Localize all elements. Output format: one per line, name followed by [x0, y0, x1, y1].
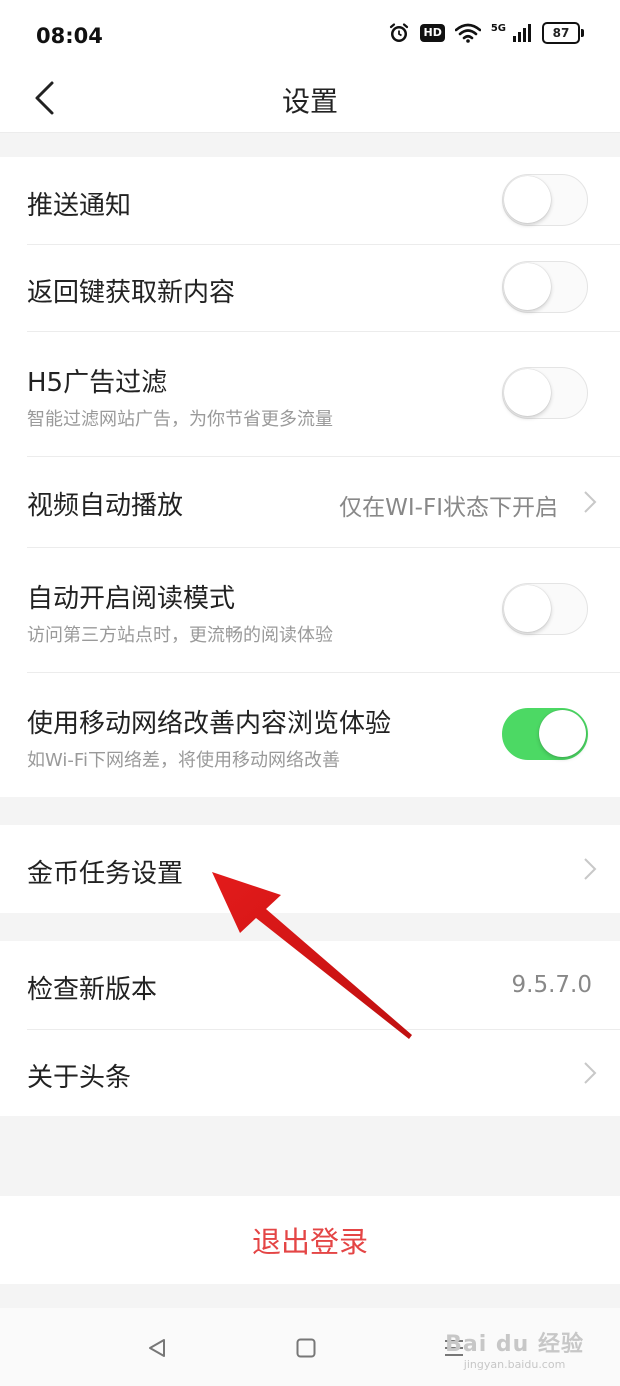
- square-home-icon: [296, 1338, 316, 1358]
- settings-group-about: 检查新版本 9.5.7.0 关于头条: [0, 941, 620, 1116]
- toggle-knob: [504, 585, 551, 632]
- triangle-back-icon: [149, 1339, 165, 1357]
- page-title: 设置: [281, 85, 338, 118]
- setting-subtitle: 智能过滤网站广告，为你节省更多流量: [27, 409, 333, 430]
- baidu-watermark: Bai du 经验 jingyan.baidu.com: [445, 1326, 584, 1371]
- status-icons: HD 5G 87: [388, 22, 584, 44]
- setting-title: 关于头条: [27, 1063, 132, 1093]
- chevron-right-icon: [584, 491, 597, 513]
- setting-row-back-key[interactable]: 返回键获取新内容: [0, 244, 620, 331]
- setting-row-coin-tasks[interactable]: 金币任务设置: [0, 825, 620, 913]
- status-time: 08:04: [36, 24, 103, 48]
- setting-subtitle: 访问第三方站点时，更流畅的阅读体验: [27, 625, 333, 646]
- setting-title: 金币任务设置: [27, 859, 184, 889]
- setting-title: 使用移动网络改善内容浏览体验: [27, 709, 392, 739]
- signal-icon: [512, 23, 532, 43]
- setting-title: H5广告过滤: [27, 368, 168, 398]
- toggle-knob: [504, 369, 551, 416]
- logout-row[interactable]: 退出登录: [0, 1196, 620, 1284]
- push-toggle[interactable]: [502, 174, 588, 226]
- setting-row-push[interactable]: 推送通知: [0, 157, 620, 244]
- system-nav-bar: Bai du 经验 jingyan.baidu.com: [0, 1308, 620, 1386]
- mobile-network-toggle[interactable]: [502, 708, 588, 760]
- alarm-icon: [388, 22, 410, 44]
- setting-row-h5-filter[interactable]: H5广告过滤 智能过滤网站广告，为你节省更多流量: [0, 331, 620, 456]
- hd-icon: HD: [420, 24, 445, 42]
- network-type-label: 5G: [490, 22, 506, 34]
- watermark-url: jingyan.baidu.com: [463, 1358, 566, 1371]
- section-divider: [0, 913, 620, 941]
- setting-row-check-version[interactable]: 检查新版本 9.5.7.0: [0, 941, 620, 1029]
- toggle-knob: [539, 710, 586, 757]
- toggle-knob: [504, 263, 551, 310]
- setting-row-video-autoplay[interactable]: 视频自动播放 仅在WI-FI状态下开启: [0, 456, 620, 547]
- setting-row-reading-mode[interactable]: 自动开启阅读模式 访问第三方站点时，更流畅的阅读体验: [0, 547, 620, 672]
- header-bar: 设置: [0, 72, 620, 133]
- watermark-brand: Bai du 经验: [445, 1332, 584, 1357]
- battery-icon: 87: [542, 22, 584, 44]
- setting-subtitle: 如Wi-Fi下网络差，将使用移动网络改善: [27, 750, 340, 771]
- settings-group-general: 推送通知 返回键获取新内容 H5广告过滤 智能过滤网站广告，为你节省更多流量 视…: [0, 157, 620, 797]
- battery-level: 87: [552, 26, 570, 40]
- h5-filter-toggle[interactable]: [502, 367, 588, 419]
- setting-row-mobile-network[interactable]: 使用移动网络改善内容浏览体验 如Wi-Fi下网络差，将使用移动网络改善: [0, 672, 620, 797]
- section-divider: [0, 797, 620, 825]
- status-bar: 08:04 HD 5G 87: [0, 0, 620, 72]
- version-number: 9.5.7.0: [511, 972, 592, 998]
- settings-group-coins: 金币任务设置: [0, 825, 620, 913]
- section-divider: [0, 133, 620, 157]
- reading-mode-toggle[interactable]: [502, 583, 588, 635]
- system-home-button[interactable]: [286, 1328, 326, 1368]
- chevron-right-icon: [584, 858, 597, 880]
- setting-title: 视频自动播放: [27, 491, 184, 521]
- setting-title: 推送通知: [27, 191, 132, 221]
- logout-button[interactable]: 退出登录: [252, 1219, 368, 1261]
- wifi-icon: [454, 23, 481, 43]
- setting-title: 返回键获取新内容: [27, 278, 236, 308]
- setting-value: 仅在WI-FI状态下开启: [339, 495, 558, 521]
- setting-title: 自动开启阅读模式: [27, 584, 236, 614]
- system-back-button[interactable]: [137, 1328, 177, 1368]
- back-key-toggle[interactable]: [502, 261, 588, 313]
- chevron-right-icon: [584, 1062, 597, 1084]
- toggle-knob: [504, 176, 551, 223]
- setting-row-about[interactable]: 关于头条: [0, 1029, 620, 1116]
- setting-title: 检查新版本: [27, 975, 158, 1005]
